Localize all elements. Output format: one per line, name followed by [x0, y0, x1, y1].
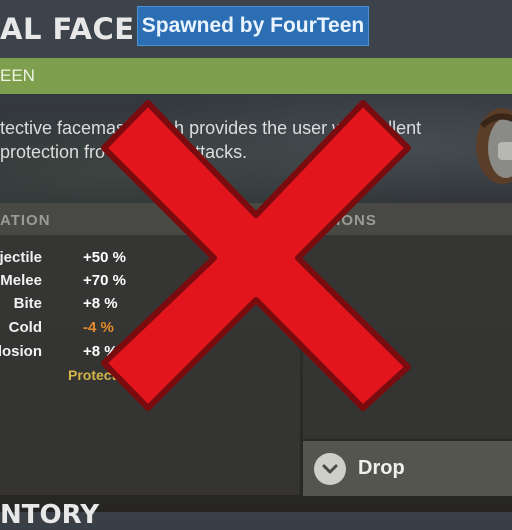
protection-row: Cold -4 %: [0, 319, 300, 341]
drop-label: Drop: [358, 457, 405, 479]
protection-label: losion: [0, 343, 42, 360]
protection-note: Protect: [68, 367, 117, 383]
protection-row: jectile +50 %: [0, 249, 300, 271]
subtitle-bar: EEN: [0, 58, 512, 94]
protection-value: +8 %: [83, 295, 118, 312]
chevron-down-icon: [314, 452, 346, 485]
protection-row: losion +8 %: [0, 343, 300, 365]
protection-header: ATION: [0, 203, 300, 235]
protection-value: +50 %: [83, 249, 126, 266]
protection-label: Cold: [8, 319, 42, 336]
protection-row: Bite +8 %: [0, 295, 300, 317]
protection-value: +8 %: [83, 343, 118, 360]
protection-label: jectile: [0, 249, 42, 266]
drop-button[interactable]: Drop: [303, 441, 512, 496]
actions-header-label: TIONS: [326, 212, 377, 229]
item-subtitle: EEN: [0, 66, 35, 85]
protection-label: Bite: [13, 295, 42, 312]
inventory-heading: NTORY: [0, 500, 100, 530]
description-line-1: tective facemask h provides the user wi …: [0, 118, 422, 138]
protection-value: +70 %: [83, 272, 126, 289]
protection-row: Melee +70 %: [0, 272, 300, 294]
description-line-2: protection fro of attacks.: [0, 142, 248, 162]
protection-label: Melee: [0, 272, 42, 289]
spawned-by-badge: Spawned by FourTeen: [137, 6, 369, 46]
title-bar: AL FACEMAS Spawned by FourTeen: [0, 0, 512, 58]
protection-header-label: ATION: [0, 212, 51, 229]
item-description: tective facemask h provides the user wi …: [0, 116, 455, 164]
actions-panel: TIONS: [303, 203, 512, 439]
protection-value: -4 %: [83, 319, 114, 336]
actions-header: TIONS: [303, 203, 512, 235]
facemask-item-icon: [476, 108, 512, 184]
